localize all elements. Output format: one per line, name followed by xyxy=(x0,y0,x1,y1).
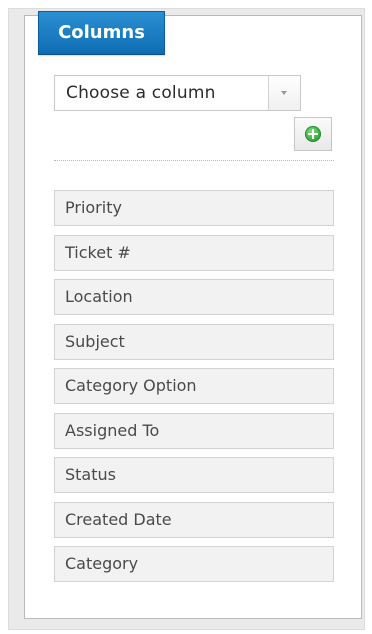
column-item[interactable]: Status xyxy=(54,457,334,493)
plus-circle-icon xyxy=(305,126,321,142)
column-select-dropdown-button[interactable] xyxy=(268,76,300,110)
column-item[interactable]: Subject xyxy=(54,323,334,360)
divider xyxy=(54,160,334,161)
column-item[interactable]: Ticket # xyxy=(54,234,334,271)
column-item[interactable]: Category xyxy=(54,546,334,582)
column-item[interactable]: Created Date xyxy=(54,501,334,538)
column-item[interactable]: Priority xyxy=(54,190,334,226)
add-column-button[interactable] xyxy=(294,117,332,151)
column-select-value: Choose a column xyxy=(66,83,216,103)
column-item[interactable]: Location xyxy=(54,279,334,315)
panel-title: Columns xyxy=(38,11,165,55)
chevron-down-icon xyxy=(281,91,287,95)
column-item[interactable]: Assigned To xyxy=(54,412,334,449)
column-item[interactable]: Category Option xyxy=(54,368,334,404)
column-select[interactable]: Choose a column xyxy=(54,75,301,111)
